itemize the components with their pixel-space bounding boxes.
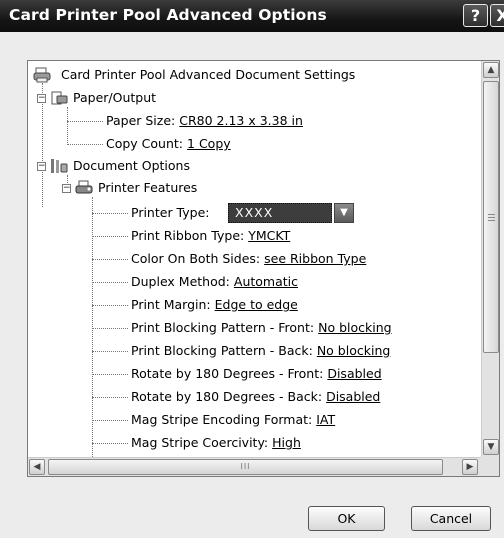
tree-node-document-options[interactable]: Document Options bbox=[73, 155, 190, 177]
feature-value[interactable]: YMCKT bbox=[248, 228, 290, 243]
close-button[interactable]: X bbox=[490, 4, 504, 27]
printer-type-value[interactable]: XXXX bbox=[228, 203, 332, 223]
copy-count-name: Copy Count: bbox=[106, 136, 184, 151]
collapse-document-options-toggle[interactable]: − bbox=[37, 162, 46, 171]
copy-count-setting[interactable]: Copy Count: 1 Copy bbox=[106, 133, 231, 155]
printer-type-dropdown[interactable]: XXXX ▼ bbox=[228, 203, 356, 223]
grip-line bbox=[488, 220, 495, 221]
feature-value[interactable]: No blocking bbox=[318, 320, 391, 335]
tree-line bbox=[92, 236, 128, 237]
paper-icon bbox=[51, 91, 68, 105]
feature-setting[interactable]: Duplex Method: Automatic bbox=[131, 271, 298, 293]
ok-button[interactable]: OK bbox=[308, 506, 385, 531]
paper-output-label: Paper/Output bbox=[73, 90, 157, 105]
collapse-paper-output-toggle[interactable]: − bbox=[37, 94, 46, 103]
feature-value[interactable]: No blocking bbox=[317, 343, 390, 358]
copy-count-value[interactable]: 1 Copy bbox=[187, 136, 231, 151]
feature-setting[interactable]: Rotate by 180 Degrees - Back: Disabled bbox=[131, 386, 380, 408]
scroll-right-button[interactable]: ▶ bbox=[462, 459, 478, 475]
tree-line bbox=[67, 144, 103, 145]
feature-setting[interactable]: Color On Both Sides: see Ribbon Type bbox=[131, 248, 366, 270]
feature-setting[interactable]: Mag Stripe Coercivity: High bbox=[131, 432, 301, 454]
feature-name: Mag Stripe Encoding Format: bbox=[131, 412, 313, 427]
printer-features-label: Printer Features bbox=[98, 180, 198, 195]
printer-icon bbox=[33, 67, 51, 83]
tree-line bbox=[92, 374, 128, 375]
feature-value[interactable]: High bbox=[272, 435, 301, 450]
tree-line bbox=[67, 107, 68, 145]
document-options-icon bbox=[51, 159, 68, 173]
feature-setting[interactable]: Print Blocking Pattern - Front: No blocki… bbox=[131, 317, 392, 339]
grip-line bbox=[488, 217, 495, 218]
feature-value[interactable]: IAT bbox=[316, 412, 335, 427]
feature-name: Duplex Method: bbox=[131, 274, 230, 289]
chevron-down-icon[interactable]: ▼ bbox=[334, 203, 354, 223]
scroll-left-button[interactable]: ◀ bbox=[29, 459, 45, 475]
printer-type-name: Printer Type: bbox=[131, 205, 210, 220]
vertical-scrollbar[interactable]: ▲ ▼ bbox=[481, 61, 499, 457]
tree-line bbox=[92, 328, 128, 329]
vertical-scroll-thumb[interactable] bbox=[483, 81, 499, 353]
feature-name: Rotate by 180 Degrees - Front: bbox=[131, 366, 324, 381]
feature-value[interactable]: Edge to edge bbox=[215, 297, 298, 312]
settings-tree: Card Printer Pool Advanced Document Sett… bbox=[28, 61, 481, 457]
feature-setting[interactable]: Rotate by 180 Degrees - Front: Disabled bbox=[131, 363, 382, 385]
feature-setting[interactable]: Print Ribbon Type: YMCKT bbox=[131, 225, 290, 247]
scroll-down-button[interactable]: ▼ bbox=[483, 439, 499, 455]
horizontal-scroll-thumb[interactable]: III bbox=[48, 459, 443, 475]
feature-value[interactable]: Disabled bbox=[327, 366, 381, 381]
title-bar[interactable]: Card Printer Pool Advanced Options ? X bbox=[0, 0, 504, 32]
horizontal-scrollbar[interactable]: ◀ III ▶ bbox=[28, 457, 481, 476]
feature-value[interactable]: Automatic bbox=[234, 274, 298, 289]
tree-line bbox=[67, 121, 103, 122]
tree-node-printer-features[interactable]: Printer Features bbox=[98, 177, 197, 199]
feature-name: Mag Stripe Coercivity: bbox=[131, 435, 269, 450]
feature-value[interactable]: see Ribbon Type bbox=[264, 251, 366, 266]
tree-line bbox=[92, 213, 128, 214]
paper-size-name: Paper Size: bbox=[106, 113, 176, 128]
cancel-button[interactable]: Cancel bbox=[411, 506, 491, 531]
feature-name: Color On Both Sides: bbox=[131, 251, 261, 266]
window-title: Card Printer Pool Advanced Options bbox=[9, 6, 327, 24]
settings-tree-panel: Card Printer Pool Advanced Document Sett… bbox=[27, 60, 500, 477]
feature-setting[interactable]: Print Margin: Edge to edge bbox=[131, 294, 298, 316]
feature-name: Rotate by 180 Degrees - Back: bbox=[131, 389, 323, 404]
paper-size-setting[interactable]: Paper Size: CR80 2.13 x 3.38 in bbox=[106, 110, 303, 132]
tree-line bbox=[92, 443, 128, 444]
scroll-up-button[interactable]: ▲ bbox=[483, 62, 499, 78]
printer-features-icon bbox=[75, 180, 93, 194]
printer-type-setting[interactable]: Printer Type: bbox=[131, 202, 209, 224]
feature-value[interactable]: Disabled bbox=[326, 389, 380, 404]
scrollbar-corner bbox=[481, 457, 499, 476]
feature-name: Print Blocking Pattern - Front: bbox=[131, 320, 315, 335]
tree-line bbox=[92, 282, 128, 283]
paper-size-value[interactable]: CR80 2.13 x 3.38 in bbox=[179, 113, 303, 128]
tree-line bbox=[92, 305, 128, 306]
collapse-printer-features-toggle[interactable]: − bbox=[62, 184, 71, 193]
dialog-window: Card Printer Pool Advanced Options ? X C… bbox=[0, 0, 504, 538]
tree-root-label: Card Printer Pool Advanced Document Sett… bbox=[61, 67, 356, 82]
feature-setting[interactable]: Print Blocking Pattern - Back: No blockin… bbox=[131, 340, 390, 362]
feature-setting[interactable]: Mag Stripe Encoding Format: IAT bbox=[131, 409, 335, 431]
tree-line bbox=[92, 397, 128, 398]
feature-name: Print Blocking Pattern - Back: bbox=[131, 343, 313, 358]
feature-name: Print Margin: bbox=[131, 297, 211, 312]
grip-line bbox=[488, 214, 495, 215]
tree-line bbox=[92, 259, 128, 260]
document-options-label: Document Options bbox=[73, 158, 190, 173]
tree-line bbox=[92, 351, 128, 352]
tree-line bbox=[92, 420, 128, 421]
tree-root[interactable]: Card Printer Pool Advanced Document Sett… bbox=[61, 64, 355, 86]
tree-node-paper-output[interactable]: Paper/Output bbox=[73, 87, 156, 109]
help-button[interactable]: ? bbox=[463, 4, 488, 27]
feature-name: Print Ribbon Type: bbox=[131, 228, 245, 243]
